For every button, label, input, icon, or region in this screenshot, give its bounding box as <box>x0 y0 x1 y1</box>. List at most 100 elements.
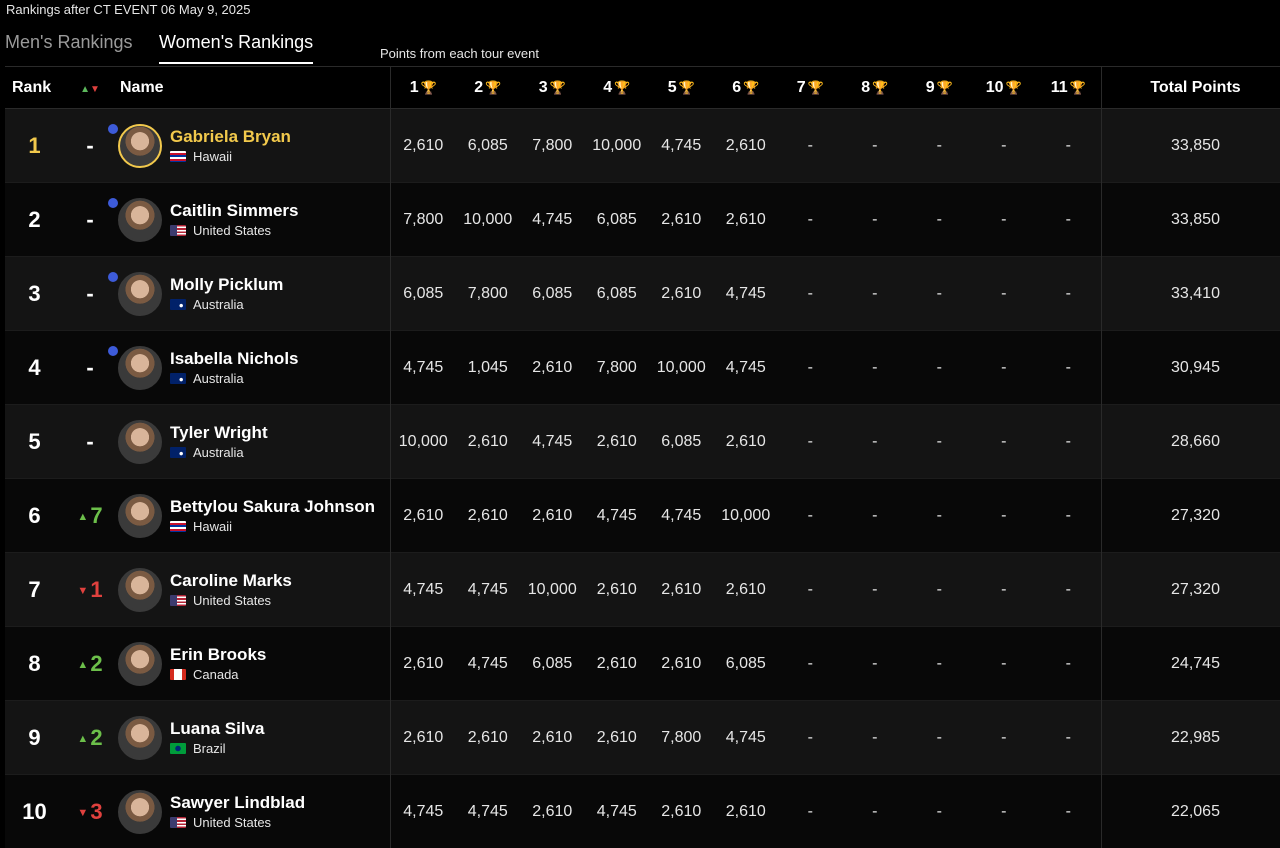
event-5-points: 2,610 <box>649 775 714 848</box>
col-header-event-7[interactable]: 7🏆 <box>778 67 843 109</box>
name-cell[interactable]: Luana Silva Brazil <box>116 701 391 775</box>
event-11-points: - <box>1036 479 1101 553</box>
event-9-points: - <box>907 627 972 701</box>
surfer-info: Sawyer Lindblad United States <box>116 790 390 834</box>
event-9-points: - <box>907 109 972 183</box>
name-cell[interactable]: Bettylou Sakura Johnson Hawaii <box>116 479 391 553</box>
name-cell[interactable]: Isabella Nichols Australia <box>116 331 391 405</box>
col-header-event-8[interactable]: 8🏆 <box>843 67 908 109</box>
avatar[interactable] <box>118 124 162 168</box>
avatar[interactable] <box>118 568 162 612</box>
table-row-4[interactable]: 4 - Isabella Nichols Australia 4,7451,04… <box>5 331 1280 405</box>
col-header-event-4[interactable]: 4🏆 <box>585 67 650 109</box>
surfer-country: United States <box>170 593 292 608</box>
event-8-points: - <box>843 183 908 257</box>
rank-movement: ▲2 <box>77 651 102 676</box>
event-number: 9 <box>926 79 935 96</box>
name-cell[interactable]: Erin Brooks Canada <box>116 627 391 701</box>
table-row-6[interactable]: 6 ▲7 Bettylou Sakura Johnson Hawaii 2,61… <box>5 479 1280 553</box>
surfer-name[interactable]: Caroline Marks <box>170 571 292 591</box>
flag-us-icon <box>170 225 186 236</box>
col-header-event-9[interactable]: 9🏆 <box>907 67 972 109</box>
event-5-points: 2,610 <box>649 183 714 257</box>
table-row-8[interactable]: 8 ▲2 Erin Brooks Canada 2,6104,7456,0852… <box>5 627 1280 701</box>
surfer-text: Molly Picklum Australia <box>170 275 283 312</box>
col-header-total-points[interactable]: Total Points <box>1101 67 1280 109</box>
col-header-name[interactable]: Name <box>116 67 391 109</box>
table-row-9[interactable]: 9 ▲2 Luana Silva Brazil 2,6102,6102,6102… <box>5 701 1280 775</box>
surfer-name[interactable]: Erin Brooks <box>170 645 266 665</box>
surfer-name[interactable]: Luana Silva <box>170 719 264 739</box>
rankings-table: Rank ▲▼ Name 1🏆 2🏆 3🏆 4🏆 5🏆 6🏆 7🏆 8🏆 9🏆 … <box>5 66 1280 848</box>
avatar[interactable] <box>118 420 162 464</box>
avatar[interactable] <box>118 198 162 242</box>
status-indicator-dot <box>108 198 118 208</box>
surfer-name[interactable]: Molly Picklum <box>170 275 283 295</box>
table-row-2[interactable]: 2 - Caitlin Simmers United States 7,8001… <box>5 183 1280 257</box>
surfer-country: Canada <box>170 667 266 682</box>
event-7-points: - <box>778 257 843 331</box>
surfer-country: Hawaii <box>170 519 375 534</box>
arrow-up-icon: ▲ <box>77 659 88 671</box>
name-cell[interactable]: Caroline Marks United States <box>116 553 391 627</box>
event-6-points: 6,085 <box>714 627 779 701</box>
name-cell[interactable]: Gabriela Bryan Hawaii <box>116 109 391 183</box>
rank-cell: 6 <box>5 479 64 553</box>
col-header-event-6[interactable]: 6🏆 <box>714 67 779 109</box>
name-cell[interactable]: Caitlin Simmers United States <box>116 183 391 257</box>
rank-cell: 10 <box>5 775 64 848</box>
event-2-points: 2,610 <box>456 701 521 775</box>
movement-value: - <box>86 207 93 232</box>
name-cell[interactable]: Tyler Wright Australia <box>116 405 391 479</box>
col-header-event-2[interactable]: 2🏆 <box>456 67 521 109</box>
surfer-info: Luana Silva Brazil <box>116 716 390 760</box>
avatar[interactable] <box>118 346 162 390</box>
avatar[interactable] <box>118 272 162 316</box>
tab-mens-rankings[interactable]: Men's Rankings <box>5 32 133 62</box>
rank-number: 6 <box>28 503 40 528</box>
table-row-5[interactable]: 5 - Tyler Wright Australia 10,0002,6104,… <box>5 405 1280 479</box>
col-header-event-11[interactable]: 11🏆 <box>1036 67 1101 109</box>
table-row-1[interactable]: 1 - Gabriela Bryan Hawaii 2,6106,0857,80… <box>5 109 1280 183</box>
surfer-name[interactable]: Bettylou Sakura Johnson <box>170 497 375 517</box>
surfer-name[interactable]: Gabriela Bryan <box>170 127 291 147</box>
surfer-name[interactable]: Sawyer Lindblad <box>170 793 305 813</box>
flag-us-icon <box>170 595 186 606</box>
surfer-name[interactable]: Isabella Nichols <box>170 349 299 369</box>
event-10-points: - <box>972 627 1037 701</box>
event-8-points: - <box>843 331 908 405</box>
movement-value: 2 <box>90 651 102 676</box>
tab-womens-rankings[interactable]: Women's Rankings <box>159 32 313 64</box>
event-6-points: 4,745 <box>714 257 779 331</box>
col-header-event-5[interactable]: 5🏆 <box>649 67 714 109</box>
movement-value: - <box>86 281 93 306</box>
event-4-points: 7,800 <box>585 331 650 405</box>
name-cell[interactable]: Sawyer Lindblad United States <box>116 775 391 848</box>
col-header-event-10[interactable]: 10🏆 <box>972 67 1037 109</box>
table-row-10[interactable]: 10 ▼3 Sawyer Lindblad United States 4,74… <box>5 775 1280 848</box>
surfer-name[interactable]: Tyler Wright <box>170 423 268 443</box>
table-row-7[interactable]: 7 ▼1 Caroline Marks United States 4,7454… <box>5 553 1280 627</box>
rankings-subtitle: Rankings after CT EVENT 06 May 9, 2025 <box>6 2 250 17</box>
col-header-event-1[interactable]: 1🏆 <box>391 67 456 109</box>
event-9-points: - <box>907 331 972 405</box>
movement-value: - <box>86 133 93 158</box>
event-11-points: - <box>1036 183 1101 257</box>
col-header-event-3[interactable]: 3🏆 <box>520 67 585 109</box>
total-points: 27,320 <box>1101 553 1280 627</box>
avatar[interactable] <box>118 642 162 686</box>
avatar[interactable] <box>118 494 162 538</box>
flag-hawaii-icon <box>170 151 186 162</box>
name-cell[interactable]: Molly Picklum Australia <box>116 257 391 331</box>
avatar[interactable] <box>118 716 162 760</box>
avatar[interactable] <box>118 790 162 834</box>
sort-up-icon: ▲ <box>80 84 90 95</box>
surfer-name[interactable]: Caitlin Simmers <box>170 201 299 221</box>
rankings-body: 1 - Gabriela Bryan Hawaii 2,6106,0857,80… <box>5 109 1280 848</box>
table-row-3[interactable]: 3 - Molly Picklum Australia 6,0857,8006,… <box>5 257 1280 331</box>
event-9-points: - <box>907 405 972 479</box>
col-header-movement[interactable]: ▲▼ <box>64 67 116 109</box>
total-points: 22,985 <box>1101 701 1280 775</box>
surfer-country: Australia <box>170 445 268 460</box>
col-header-rank[interactable]: Rank <box>5 67 64 109</box>
